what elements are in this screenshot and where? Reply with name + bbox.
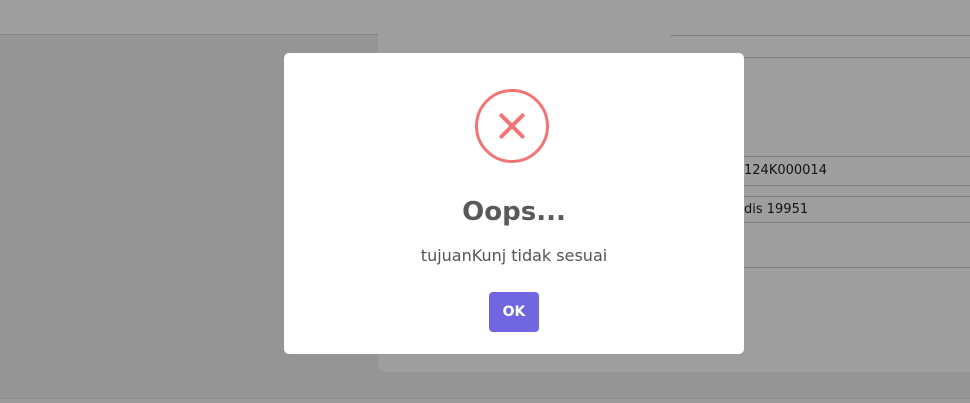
error-dialog: Oops... tujuanKunj tidak sesuai OK [284,53,744,354]
error-x-icon [475,89,549,163]
ok-button[interactable]: OK [489,292,539,332]
page: 124K000014 dis 19951 Oops... tujuanKunj … [0,0,970,403]
dialog-title: Oops... [462,197,566,227]
dialog-message: tujuanKunj tidak sesuai [420,246,608,265]
